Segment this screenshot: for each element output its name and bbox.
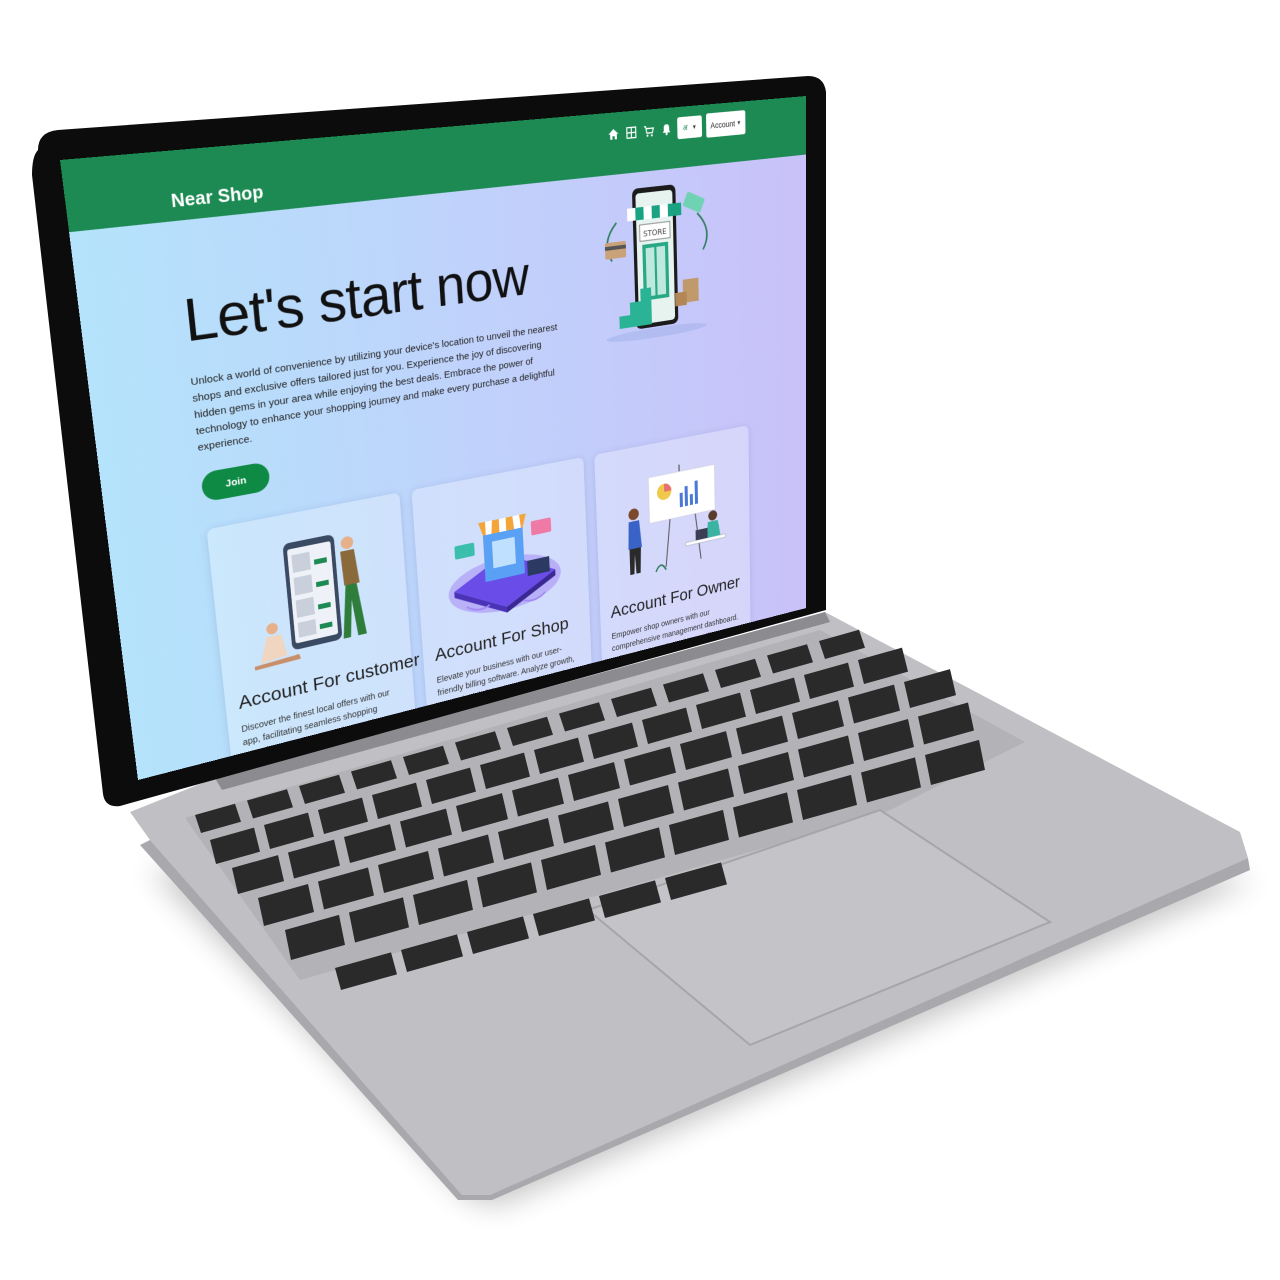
account-dropdown[interactable]: Account ▼ (706, 110, 746, 138)
brand-logo[interactable]: Near Shop (170, 181, 264, 213)
grid-icon[interactable] (624, 124, 638, 141)
chevron-down-icon: ▼ (736, 119, 742, 127)
bell-icon[interactable] (660, 121, 673, 138)
account-label: Account (710, 118, 736, 131)
join-button[interactable]: Join (200, 461, 271, 503)
laptop-mockup: Near Shop अ ▼ Account ▼ Let's start now … (0, 0, 1280, 1280)
language-icon: अ (683, 122, 691, 134)
owner-illustration (627, 447, 741, 594)
home-icon[interactable] (607, 126, 621, 143)
nav-actions: अ ▼ Account ▼ (606, 110, 746, 147)
store-illustration: STORE (593, 184, 720, 346)
chevron-down-icon: ▼ (691, 123, 697, 131)
shop-illustration (446, 513, 562, 625)
language-button[interactable]: अ ▼ (677, 115, 703, 140)
customer-illustration (254, 533, 367, 671)
cart-icon[interactable] (642, 123, 656, 140)
svg-text:अ: अ (683, 123, 689, 131)
